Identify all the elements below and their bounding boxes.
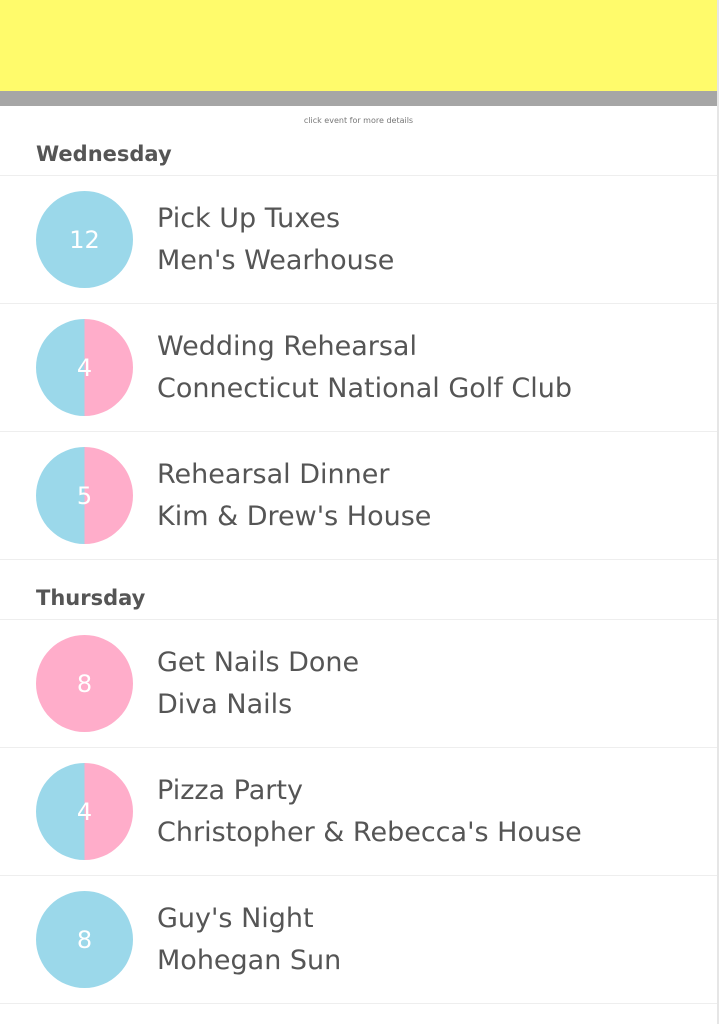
event-location: Mohegan Sun [157, 944, 342, 976]
event-location: Kim & Drew's House [157, 500, 432, 532]
header-bar [0, 91, 717, 106]
event-item[interactable]: 4 Wedding Rehearsal Connecticut National… [0, 304, 717, 432]
guest-count-badge: 12 [36, 191, 133, 288]
event-title: Wedding Rehearsal [157, 330, 417, 362]
day-heading-wednesday: Wednesday [0, 126, 717, 176]
guest-count-badge: 4 [36, 763, 133, 860]
schedule-page: click event for more details Wednesday 1… [0, 0, 719, 1024]
guest-count-badge: 4 [36, 319, 133, 416]
event-text: Get Nails Done Diva Nails [157, 642, 359, 726]
event-location: Connecticut National Golf Club [157, 372, 572, 404]
event-text: Wedding Rehearsal Connecticut National G… [157, 326, 572, 410]
event-text: Guy's Night Mohegan Sun [157, 898, 341, 982]
event-item[interactable]: 4 Pizza Party Christopher & Rebecca's Ho… [0, 748, 717, 876]
event-title: Pizza Party [157, 774, 303, 806]
guest-count-badge: 5 [36, 447, 133, 544]
guest-count-badge: 8 [36, 891, 133, 988]
event-title: Pick Up Tuxes [157, 202, 341, 234]
event-text: Pizza Party Christopher & Rebecca's Hous… [157, 770, 582, 854]
event-item[interactable]: 5 Rehearsal Dinner Kim & Drew's House [0, 432, 717, 560]
event-location: Men's Wearhouse [157, 244, 395, 276]
event-item[interactable]: 8 Guy's Night Mohegan Sun [0, 876, 717, 1004]
event-location: Diva Nails [157, 688, 293, 720]
event-item[interactable]: 12 Pick Up Tuxes Men's Wearhouse [0, 176, 717, 304]
day-heading-thursday: Thursday [0, 574, 717, 620]
header-banner [0, 0, 717, 91]
hint-text: click event for more details [303, 116, 414, 125]
guest-count-badge: 8 [36, 635, 133, 732]
event-text: Rehearsal Dinner Kim & Drew's House [157, 454, 431, 538]
event-title: Rehearsal Dinner [157, 458, 390, 490]
event-item[interactable]: 8 Get Nails Done Diva Nails [0, 620, 717, 748]
event-title: Guy's Night [157, 902, 314, 934]
event-title: Get Nails Done [157, 646, 360, 678]
event-location: Christopher & Rebecca's House [157, 816, 582, 848]
event-text: Pick Up Tuxes Men's Wearhouse [157, 198, 394, 282]
